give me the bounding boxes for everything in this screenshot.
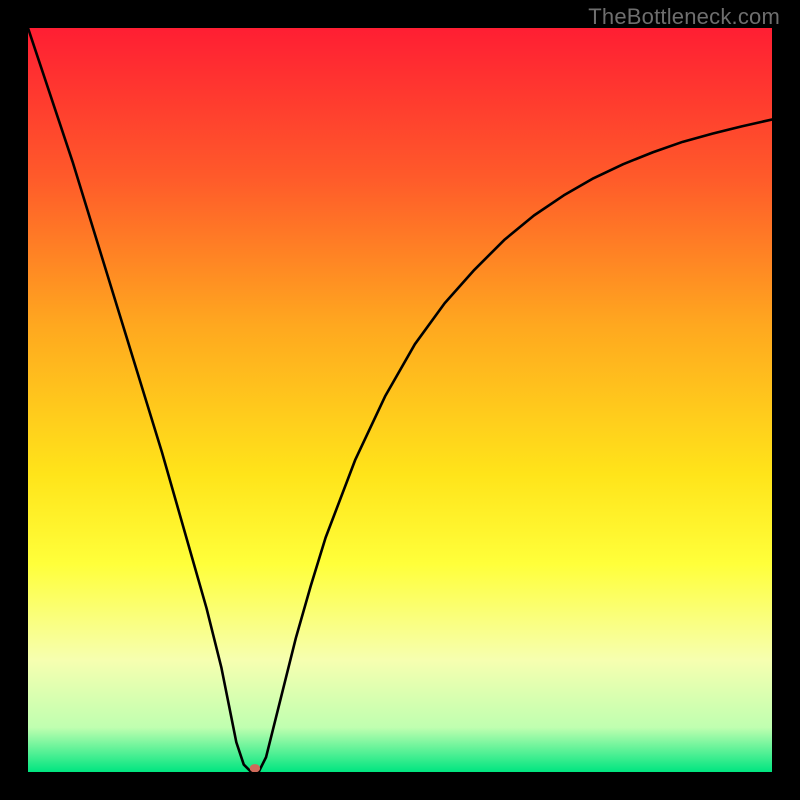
chart-svg bbox=[28, 28, 772, 772]
plot-area bbox=[28, 28, 772, 772]
watermark-text: TheBottleneck.com bbox=[588, 4, 780, 30]
gradient-background bbox=[28, 28, 772, 772]
chart-frame: TheBottleneck.com bbox=[0, 0, 800, 800]
